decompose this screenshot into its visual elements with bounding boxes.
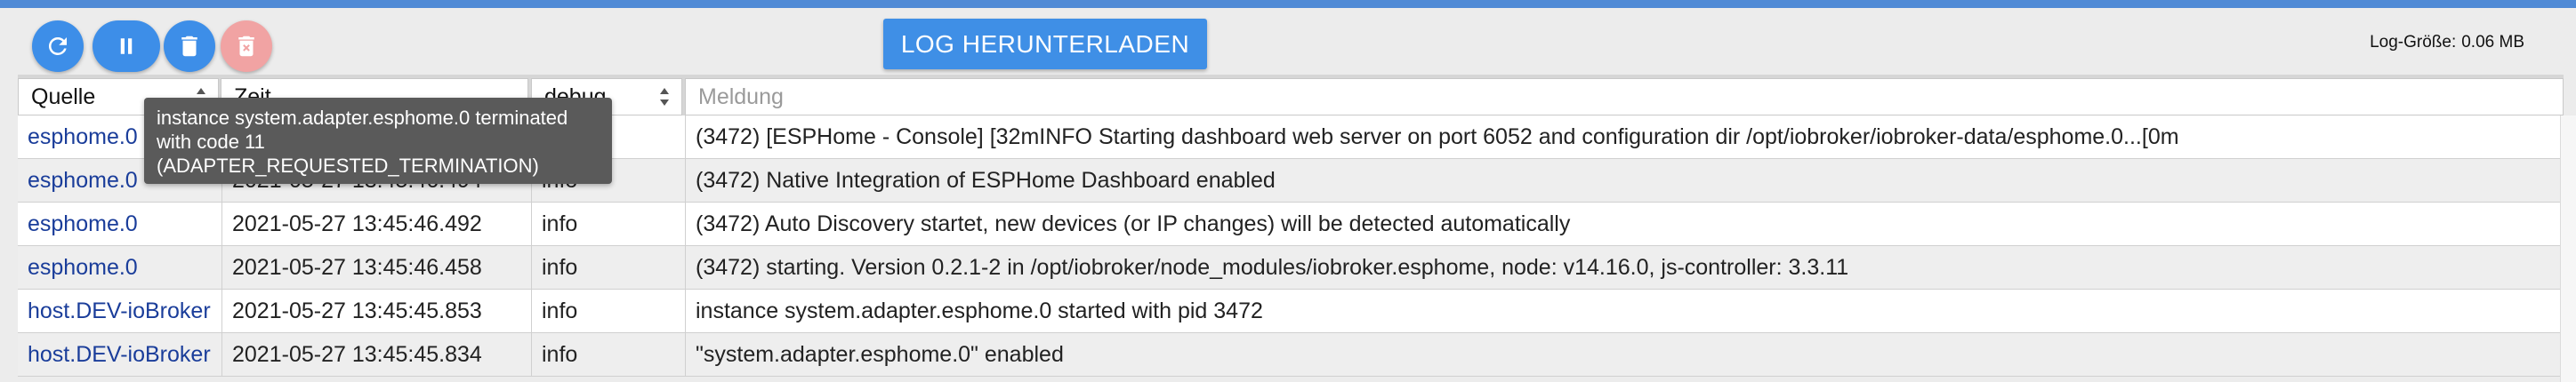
log-message: (3472) [ESPHome - Console] [32mINFO Star… xyxy=(696,124,2179,149)
log-time: 2021-05-27 13:45:46.492 xyxy=(222,203,532,245)
table-row: esphome.0 2021-05-27 13:45:46.492 info (… xyxy=(18,203,2560,246)
log-source[interactable]: host.DEV-ioBroker xyxy=(18,333,222,376)
log-severity: info xyxy=(532,203,686,245)
log-toolbar: LOG HERUNTERLADEN Log-Größe: 0.06 MB xyxy=(0,8,2576,79)
log-source[interactable]: esphome.0 xyxy=(18,203,222,245)
termination-tooltip: instance system.adapter.esphome.0 termin… xyxy=(144,98,612,184)
table-row: host.DEV-ioBroker 2021-05-27 13:45:45.85… xyxy=(18,290,2560,333)
refresh-button[interactable] xyxy=(32,20,84,72)
table-row: host.DEV-ioBroker 2021-05-27 13:45:45.83… xyxy=(18,333,2560,377)
log-time: 2021-05-27 13:45:46.458 xyxy=(222,246,532,289)
message-filter-input[interactable]: Meldung xyxy=(685,78,2564,115)
log-message: (3472) Native Integration of ESPHome Das… xyxy=(696,168,1276,193)
refresh-icon xyxy=(48,36,67,55)
vertical-scrollbar[interactable] xyxy=(2560,115,2576,382)
log-source[interactable]: host.DEV-ioBroker xyxy=(18,290,222,332)
log-message: (3472) Auto Discovery startet, new devic… xyxy=(696,211,1571,236)
log-severity: info xyxy=(532,290,686,332)
log-message: instance system.adapter.esphome.0 starte… xyxy=(696,298,1263,323)
pause-button[interactable] xyxy=(93,20,160,72)
log-size-label: Log-Größe: xyxy=(2370,33,2457,52)
delete-log-file-button[interactable] xyxy=(221,20,272,72)
source-filter-value: Quelle xyxy=(31,84,96,109)
log-message: "system.adapter.esphome.0" enabled xyxy=(696,342,1064,367)
log-severity: info xyxy=(532,333,686,376)
log-severity: info xyxy=(532,246,686,289)
pause-icon xyxy=(120,38,133,54)
download-log-button[interactable]: LOG HERUNTERLADEN xyxy=(883,19,1207,69)
tooltip-line: with code 11 xyxy=(157,131,265,153)
log-time: 2021-05-27 13:45:45.853 xyxy=(222,290,532,332)
log-source[interactable]: esphome.0 xyxy=(18,246,222,289)
log-time: 2021-05-27 13:45:45.834 xyxy=(222,333,532,376)
table-row: esphome.0 2021-05-27 13:45:46.458 info (… xyxy=(18,246,2560,290)
tooltip-line: instance system.adapter.esphome.0 termin… xyxy=(157,107,568,129)
top-accent-bar xyxy=(0,0,2576,8)
trash-icon xyxy=(181,36,197,57)
sort-arrows-icon xyxy=(658,84,671,109)
log-size-value: 0.06 MB xyxy=(2461,33,2524,52)
trash-x-icon xyxy=(238,36,254,57)
log-size: Log-Größe: 0.06 MB xyxy=(2370,33,2524,52)
log-message: (3472) starting. Version 0.2.1-2 in /opt… xyxy=(696,255,1849,280)
clear-log-button[interactable] xyxy=(164,20,215,72)
message-filter-placeholder: Meldung xyxy=(698,84,784,109)
tooltip-line: (ADAPTER_REQUESTED_TERMINATION) xyxy=(157,155,539,177)
